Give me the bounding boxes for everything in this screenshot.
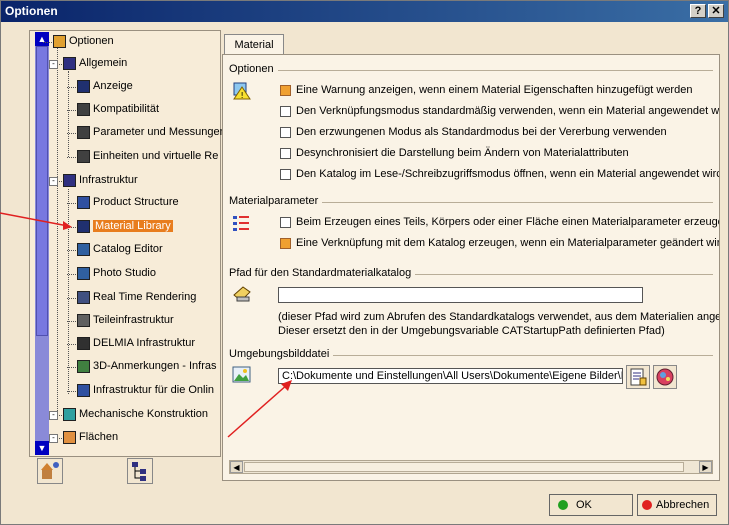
annotation-arrowhead-tree [63,221,72,230]
annotation-arrow-tree [0,212,69,227]
annotation-arrows [0,212,292,438]
annotation-arrow-path [227,383,289,438]
